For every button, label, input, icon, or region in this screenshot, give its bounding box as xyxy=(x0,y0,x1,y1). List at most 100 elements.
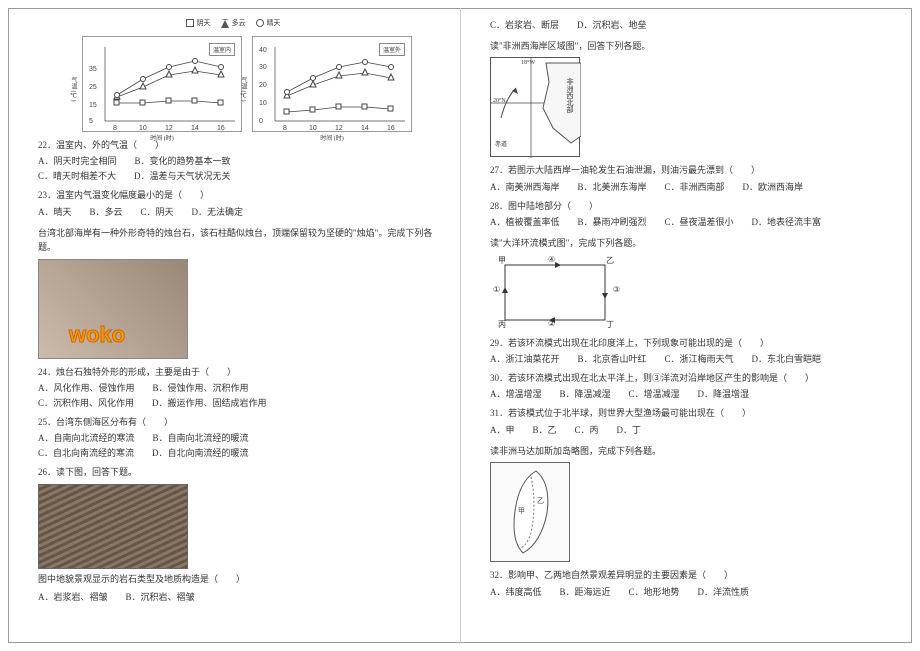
svg-text:16: 16 xyxy=(387,125,395,132)
svg-text:16: 16 xyxy=(217,125,225,132)
q32: 32．影响甲、乙两地自然景观差异明显的主要因素是（ ） xyxy=(490,568,898,582)
svg-text:25: 25 xyxy=(89,84,97,91)
q27: 27．若图示大陆西岸一油轮发生石油泄漏，则油污最先漂到（ ） xyxy=(490,163,898,177)
q29-c: C．浙江梅雨天气 xyxy=(665,352,734,365)
q25-b: B．自南向北流经的暖流 xyxy=(153,431,249,444)
q28: 28．图中陆地部分（ ） xyxy=(490,199,898,213)
svg-text:乙: 乙 xyxy=(537,497,544,505)
map-lon: 18°W xyxy=(521,60,535,66)
label-1: ① xyxy=(493,285,500,294)
q27-c: C．非洲西南部 xyxy=(665,180,725,193)
svg-text:14: 14 xyxy=(191,125,199,132)
q24: 24．烛台石独特外形的形成，主要是由于（ ） xyxy=(38,365,446,379)
svg-text:0: 0 xyxy=(259,118,263,125)
svg-text:14: 14 xyxy=(361,125,369,132)
q25: 25．台湾东侧海区分布有（ ） xyxy=(38,415,446,429)
q26-a: A．岩浆岩、褶皱 xyxy=(38,590,108,603)
q22-d: D．温差与天气状况无关 xyxy=(134,169,231,182)
q25-a: A．自南向北流经的寒流 xyxy=(38,431,135,444)
q32-d: D．洋流性质 xyxy=(698,585,750,598)
q22-c: C．晴天时相差不大 xyxy=(38,169,116,182)
right-column: C．岩浆岩、断层 D．沉积岩、地垒 读"非洲西海岸区域图"，回答下列各题。 18… xyxy=(460,16,910,635)
q23-a: A．晴天 xyxy=(38,205,72,218)
q25-c: C．自北向南流经的寒流 xyxy=(38,446,134,459)
label-3: ③ xyxy=(613,285,620,294)
chart-outdoor: 温室外 气温 (℃) 时间 (时) 010203040 810121416 xyxy=(252,36,412,132)
q31-b: B．乙 xyxy=(533,423,557,436)
q26-c: C．岩浆岩、断层 xyxy=(490,18,559,31)
q26-d: D．沉积岩、地垒 xyxy=(577,18,647,31)
svg-text:8: 8 xyxy=(283,125,287,132)
q30-c: C．增温减湿 xyxy=(629,387,680,400)
q22-a: A．阴天时完全相同 xyxy=(38,154,117,167)
map-label: 非洲西北部 xyxy=(565,78,575,113)
q28-d: D．地表径流丰富 xyxy=(752,215,822,228)
svg-text:20: 20 xyxy=(259,82,267,89)
candle-rock-image: woko xyxy=(38,259,188,359)
q23: 23．温室内气温变化幅度最小的是（ ） xyxy=(38,188,446,202)
left-column: 阴天 多云 晴天 温室内 气温 (℃) 时间 (时) 5152535 81012… xyxy=(8,16,458,635)
q29-b: B．北京香山叶红 xyxy=(578,352,647,365)
svg-text:8: 8 xyxy=(113,125,117,132)
svg-text:10: 10 xyxy=(309,125,317,132)
legend-a: 阴天 xyxy=(197,18,211,28)
svg-text:12: 12 xyxy=(335,125,343,132)
q23-b: B．多云 xyxy=(90,205,123,218)
q30-b: B．降温减湿 xyxy=(560,387,611,400)
q24-a: A．风化作用、侵蚀作用 xyxy=(38,381,135,394)
label-4: ④ xyxy=(548,255,555,264)
q29: 29．若该环流模式出现在北印度洋上，下列现象可能出现的是（ ） xyxy=(490,336,898,350)
rock-strata-image xyxy=(38,484,188,569)
svg-text:甲: 甲 xyxy=(518,507,525,515)
ocean-circulation-diagram: 甲 乙 丙 丁 ① ② ③ ④ xyxy=(490,255,620,330)
q29-a: A．浙江油菜花开 xyxy=(490,352,560,365)
q28-a: A．植被覆盖率低 xyxy=(490,215,560,228)
label-jia: 甲 xyxy=(498,255,506,266)
q23-c: C．阴天 xyxy=(141,205,174,218)
chart-title-outdoor: 温室外 xyxy=(379,43,405,56)
q26: 26．读下图，回答下题。 xyxy=(38,465,446,479)
stem-africa: 读"非洲西海岸区域图"，回答下列各题。 xyxy=(490,39,898,53)
q27-a: A．南美洲西海岸 xyxy=(490,180,560,193)
q27-b: B．北美洲东海岸 xyxy=(578,180,647,193)
stem-taiwan: 台湾北部海岸有一种外形奇特的烛台石，该石柱酷似烛台，顶端保留较为坚硬的"烛焰"。… xyxy=(38,226,446,255)
chart-legend: 阴天 多云 晴天 xyxy=(20,18,446,28)
q29-d: D．东北白雪皑皑 xyxy=(752,352,822,365)
q28-c: C．昼夜温差很小 xyxy=(665,215,734,228)
svg-text:5: 5 xyxy=(89,118,93,125)
q30-d: D．降温增湿 xyxy=(698,387,750,400)
q26-stem: 图中地貌景观显示的岩石类型及地质构造是（ ） xyxy=(38,573,446,587)
svg-text:30: 30 xyxy=(259,64,267,71)
q30: 30．若该环流模式出现在北太平洋上，则③洋流对沿岸地区产生的影响是（ ） xyxy=(490,371,898,385)
q25-d: D．自北向南流经的暖流 xyxy=(152,446,249,459)
svg-text:10: 10 xyxy=(139,125,147,132)
q31: 31．若该模式位于北半球，则世界大型渔场最可能出现在（ ） xyxy=(490,406,898,420)
map-lat: 20°N xyxy=(493,98,506,104)
africa-map: 18°W 20°N 非洲西北部 赤道 xyxy=(490,57,580,157)
chart-indoor: 温室内 气温 (℃) 时间 (时) 5152535 810121416 xyxy=(82,36,242,132)
q24-b: B．侵蚀作用、沉积作用 xyxy=(153,381,249,394)
q32-a: A．纬度高低 xyxy=(490,585,542,598)
stem-madagascar: 读非洲马达加斯加岛略图，完成下列各题。 xyxy=(490,444,898,458)
legend-c: 晴天 xyxy=(267,18,281,28)
madagascar-map: 甲 乙 xyxy=(490,462,570,562)
svg-text:15: 15 xyxy=(89,102,97,109)
svg-text:12: 12 xyxy=(165,125,173,132)
q24-d: D．搬运作用、固结成岩作用 xyxy=(152,396,267,409)
svg-text:40: 40 xyxy=(259,47,267,54)
q32-c: C．地形地势 xyxy=(629,585,680,598)
map-equator: 赤道 xyxy=(495,139,507,148)
q22-b: B．变化的趋势基本一致 xyxy=(135,154,231,167)
q31-d: D．丁 xyxy=(617,423,642,436)
q26-b: B．沉积岩、褶皱 xyxy=(126,590,195,603)
label-yi: 乙 xyxy=(606,255,614,266)
q27-d: D．欧洲西海岸 xyxy=(743,180,804,193)
q31-a: A．甲 xyxy=(490,423,515,436)
svg-text:35: 35 xyxy=(89,66,97,73)
q23-d: D．无法确定 xyxy=(192,205,244,218)
label-ding: 丁 xyxy=(606,319,614,330)
q31-c: C．丙 xyxy=(575,423,599,436)
label-2: ② xyxy=(548,319,555,328)
stem-ocean: 读"大洋环流模式图"，完成下列各题。 xyxy=(490,236,898,250)
q28-b: B．暴雨冲刷强烈 xyxy=(578,215,647,228)
